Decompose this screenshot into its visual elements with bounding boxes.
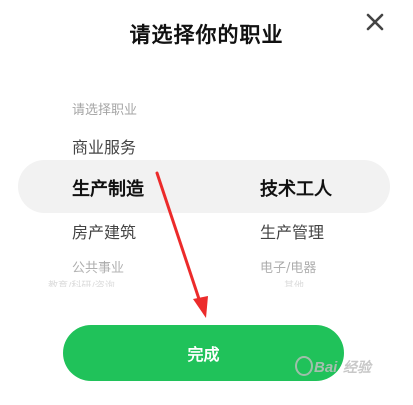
picker-option[interactable]: 生产管理 [260, 219, 324, 243]
close-icon[interactable] [362, 9, 388, 35]
watermark-logo: Bai 经验 [290, 352, 408, 382]
picker-option-placeholder[interactable]: 请选择职业 [72, 99, 137, 118]
picker-option[interactable]: 房产建筑 [72, 219, 136, 243]
svg-text:经验: 经验 [343, 359, 373, 375]
picker-option[interactable]: 教育/科研/咨询 [48, 279, 115, 287]
picker-option[interactable]: 商业服务 [72, 134, 136, 158]
page-title: 请选择你的职业 [129, 23, 284, 47]
fade-overlay [0, 250, 413, 300]
picker-option[interactable]: 公共事业 [72, 257, 124, 276]
picker-option[interactable]: 电子/电器 [260, 257, 316, 276]
picker-option-selected[interactable]: 生产制造 [72, 175, 144, 201]
picker-option[interactable]: 其他 [284, 279, 304, 287]
svg-text:Bai: Bai [314, 359, 338, 376]
picker-option-selected[interactable]: 技术工人 [260, 175, 332, 201]
